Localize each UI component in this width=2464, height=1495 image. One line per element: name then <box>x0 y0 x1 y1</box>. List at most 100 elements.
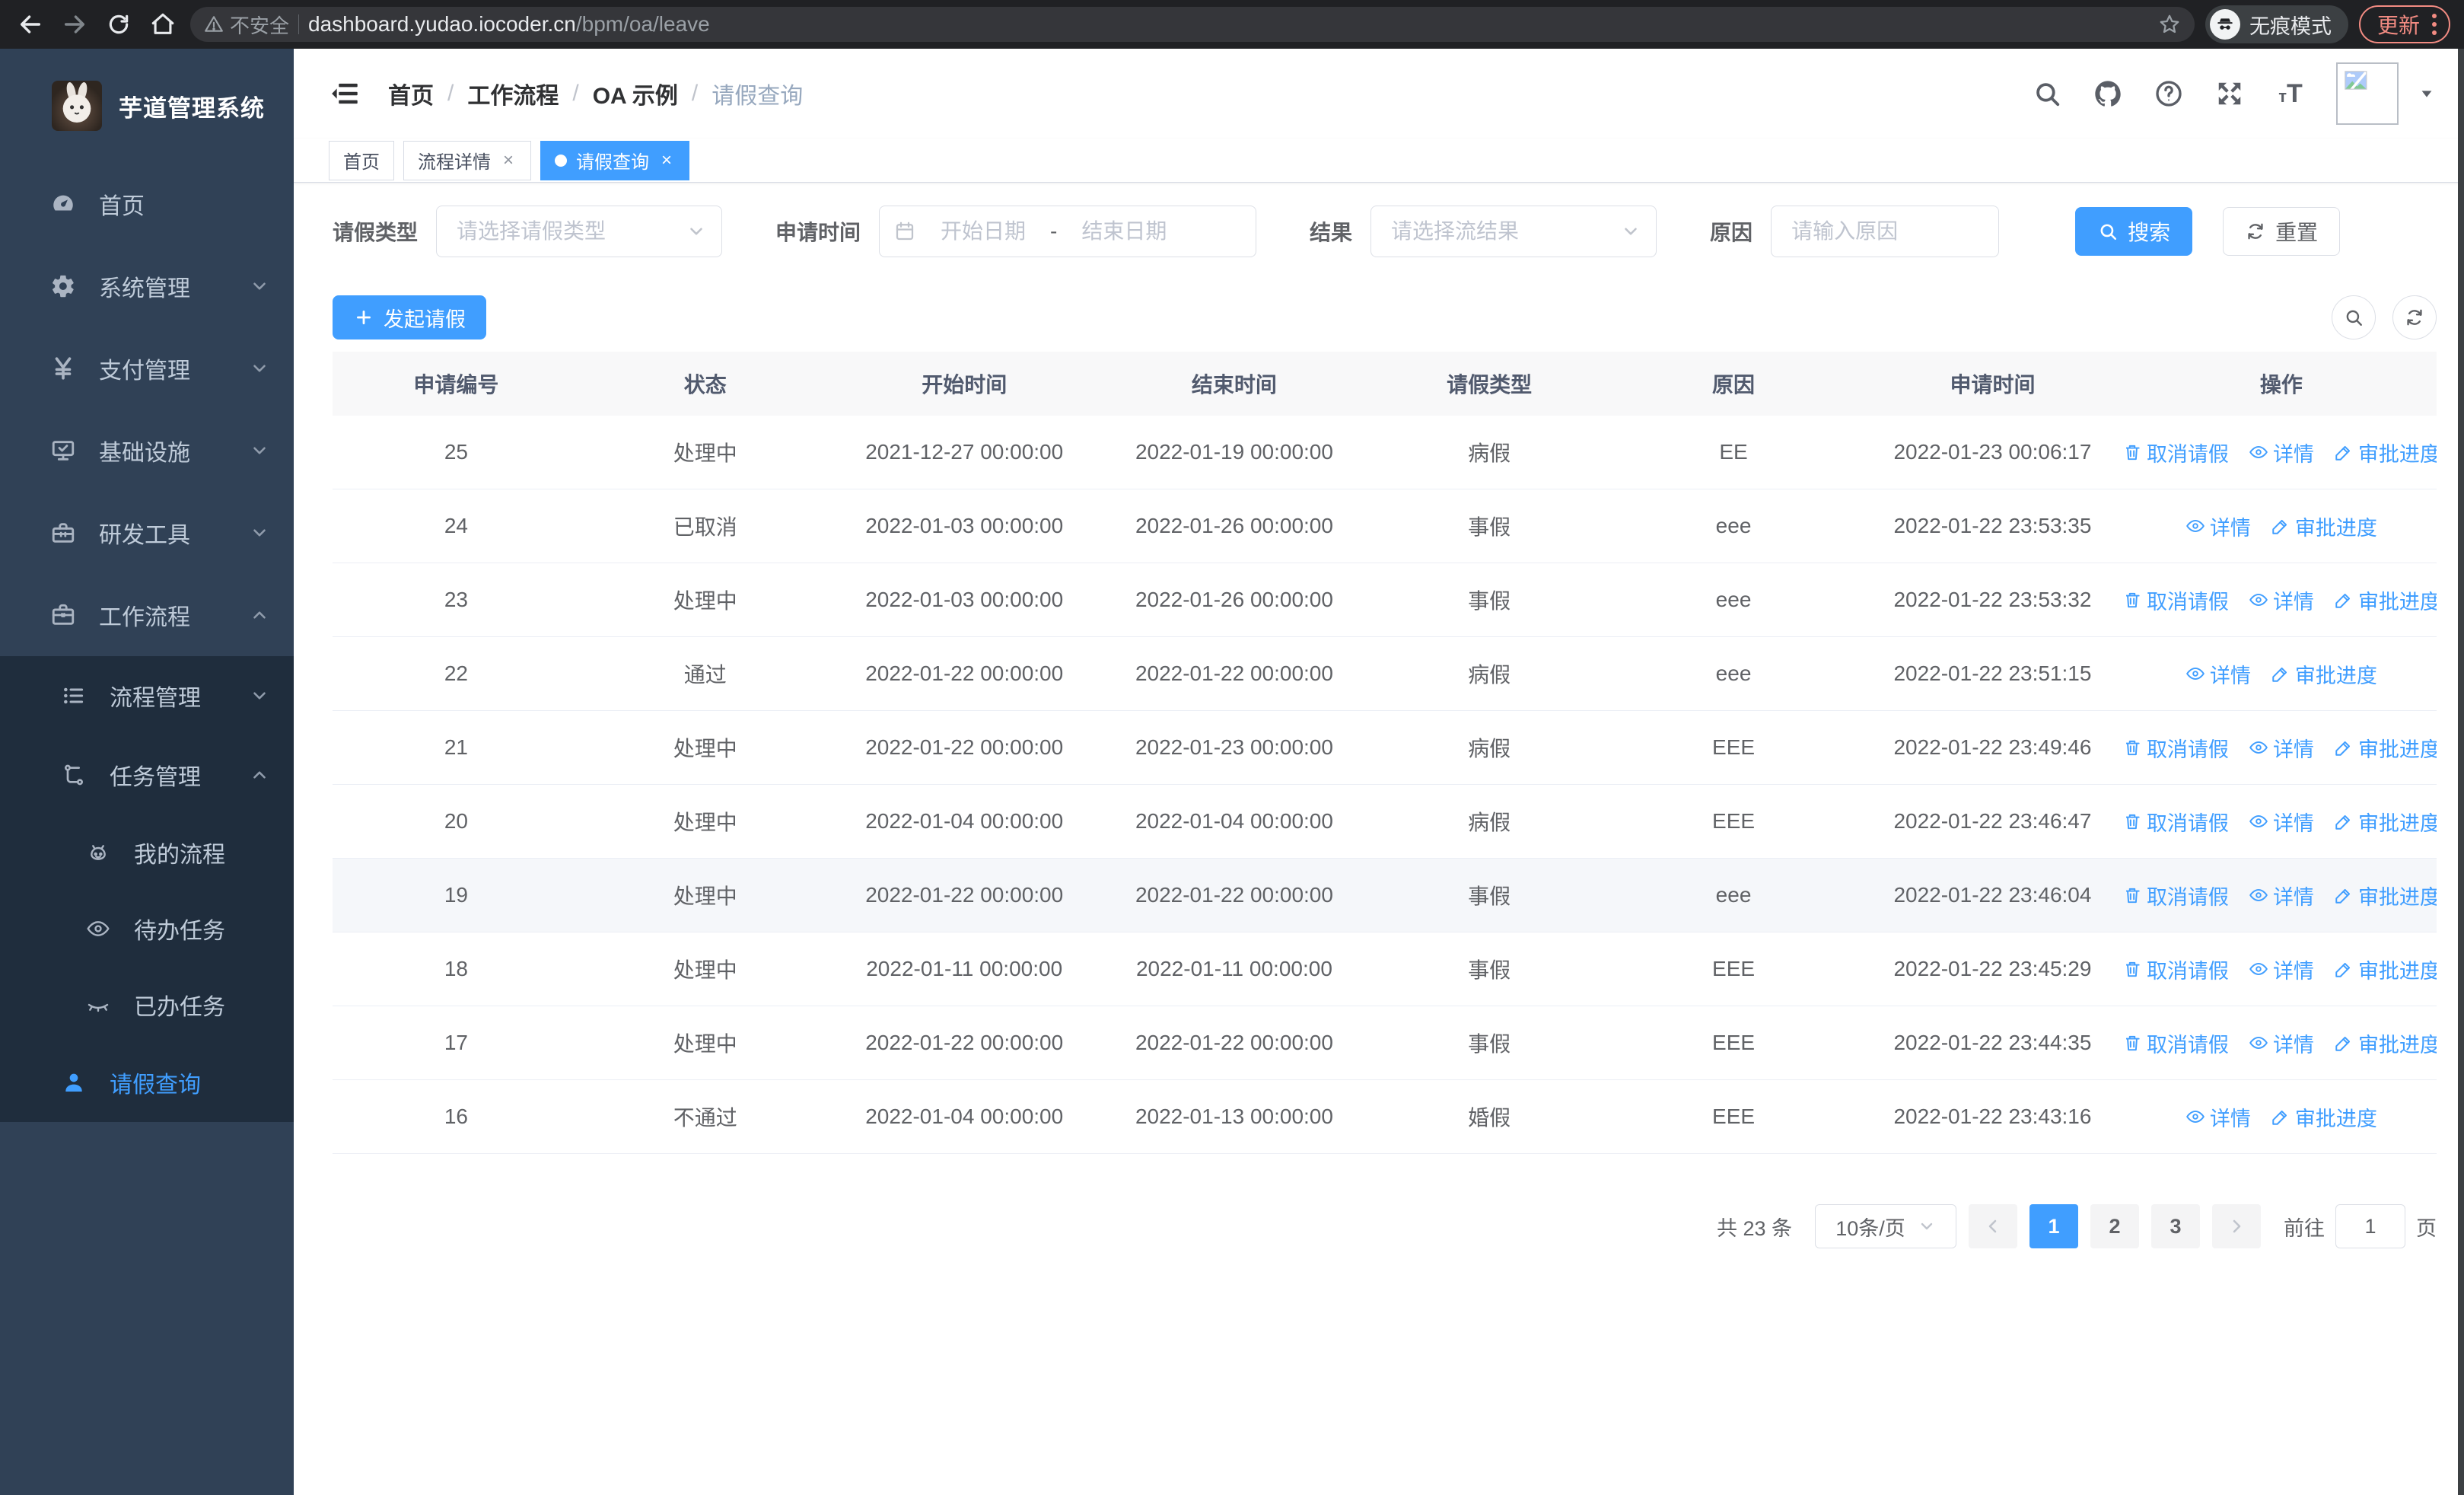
search-icon[interactable] <box>2032 78 2062 109</box>
create-leave-button[interactable]: 发起请假 <box>333 295 486 339</box>
update-label: 更新 <box>2376 14 2420 37</box>
detail-link[interactable]: 详情 <box>2249 955 2314 984</box>
result-select[interactable] <box>1370 206 1657 257</box>
approval-progress-link[interactable]: 审批进度 <box>2334 438 2437 467</box>
detail-link[interactable]: 详情 <box>2249 1028 2314 1058</box>
close-icon[interactable]: × <box>500 150 517 171</box>
back-icon[interactable] <box>14 8 47 41</box>
update-button[interactable]: 更新 <box>2358 5 2450 43</box>
detail-link[interactable]: 详情 <box>2185 659 2251 689</box>
cell-id: 24 <box>444 514 468 537</box>
approval-progress-link[interactable]: 审批进度 <box>2334 955 2437 984</box>
end-date-input[interactable] <box>1063 219 1186 244</box>
approval-progress-link[interactable]: 审批进度 <box>2271 1102 2377 1132</box>
fullscreen-icon[interactable] <box>2214 78 2245 109</box>
hide-search-button[interactable] <box>2332 295 2376 339</box>
sidebar-item-leave-query[interactable]: 请假查询 <box>0 1043 294 1122</box>
detail-link[interactable]: 详情 <box>2249 881 2314 910</box>
main-area: 首页 / 工作流程 / OA 示例 / 请假查询 тT 首页 流程详情 × 请假… <box>294 49 2464 1495</box>
help-icon[interactable] <box>2154 78 2184 109</box>
tab-home[interactable]: 首页 <box>329 140 394 180</box>
goto-page-input[interactable] <box>2335 1204 2405 1248</box>
reason-input[interactable] <box>1772 206 1999 257</box>
cancel-leave-link[interactable]: 取消请假 <box>2125 881 2229 910</box>
reset-button[interactable]: 重置 <box>2223 207 2341 256</box>
next-page-button[interactable] <box>2212 1204 2261 1248</box>
reload-icon[interactable] <box>102 8 135 41</box>
search-button[interactable]: 搜索 <box>2075 207 2193 256</box>
approval-progress-link[interactable]: 审批进度 <box>2334 733 2437 763</box>
cancel-leave-link[interactable]: 取消请假 <box>2125 585 2229 615</box>
forward-icon[interactable] <box>58 8 91 41</box>
page-button-2[interactable]: 2 <box>2090 1204 2139 1248</box>
col-header-reason: 原因 <box>1712 373 1756 397</box>
col-header-type: 请假类型 <box>1447 373 1533 397</box>
apply-time-range-picker[interactable]: - <box>879 206 1257 257</box>
chrome-menu-icon[interactable] <box>2432 14 2437 35</box>
sidebar-item-workflow[interactable]: 工作流程 <box>0 574 294 656</box>
cell-actions: 取消请假 详情 审批进度 <box>2125 1028 2437 1058</box>
prev-page-button[interactable] <box>1969 1204 2017 1248</box>
sidebar-item-process-mgmt[interactable]: 流程管理 <box>0 656 294 735</box>
leave-type-select[interactable] <box>436 206 723 257</box>
sidebar-item-task-mgmt[interactable]: 任务管理 <box>0 735 294 814</box>
start-date-input[interactable] <box>922 219 1045 244</box>
sidebar-item-pay[interactable]: 支付管理 <box>0 327 294 410</box>
page-button-3[interactable]: 3 <box>2151 1204 2200 1248</box>
font-size-icon[interactable]: тT <box>2275 78 2306 109</box>
cancel-leave-link[interactable]: 取消请假 <box>2125 955 2229 984</box>
detail-link[interactable]: 详情 <box>2249 733 2314 763</box>
detail-link[interactable]: 详情 <box>2249 438 2314 467</box>
cancel-leave-link[interactable]: 取消请假 <box>2125 1028 2229 1058</box>
approval-progress-link[interactable]: 审批进度 <box>2334 807 2437 837</box>
header-actions: тT <box>2032 62 2435 125</box>
approval-progress-link[interactable]: 审批进度 <box>2334 585 2437 615</box>
table-body: 25 处理中 2021-12-27 00:00:00 2022-01-19 00… <box>333 416 2437 1154</box>
breadcrumb-oa-example[interactable]: OA 示例 <box>593 77 678 110</box>
cell-reason: eee <box>1715 588 1752 611</box>
not-secure-warning[interactable]: 不安全 <box>204 11 289 39</box>
hamburger-icon[interactable] <box>329 77 362 110</box>
tab-leave-query[interactable]: 请假查询 × <box>540 140 689 180</box>
sidebar-item-done-tasks[interactable]: 已办任务 <box>0 967 294 1043</box>
detail-link[interactable]: 详情 <box>2249 585 2314 615</box>
sidebar-item-home[interactable]: 首页 <box>0 163 294 245</box>
col-header-actions: 操作 <box>2259 373 2303 397</box>
sidebar-item-infra[interactable]: 基础设施 <box>0 410 294 492</box>
approval-progress-link[interactable]: 审批进度 <box>2334 881 2437 910</box>
breadcrumb-home[interactable]: 首页 <box>388 77 434 110</box>
leave-type-select-input[interactable] <box>437 206 722 257</box>
detail-link[interactable]: 详情 <box>2249 807 2314 837</box>
breadcrumb-workflow[interactable]: 工作流程 <box>467 77 559 110</box>
sidebar-item-my-process[interactable]: 我的流程 <box>0 814 294 891</box>
avatar[interactable] <box>2336 62 2399 125</box>
sidebar-item-system[interactable]: 系统管理 <box>0 245 294 327</box>
cancel-leave-link[interactable]: 取消请假 <box>2125 438 2229 467</box>
refresh-icon <box>2245 221 2266 242</box>
page-size-select[interactable]: 10条/页 <box>1815 1204 1956 1248</box>
cancel-leave-link[interactable]: 取消请假 <box>2125 807 2229 837</box>
approval-progress-link[interactable]: 审批进度 <box>2334 1028 2437 1058</box>
app-logo[interactable]: 芋道管理系统 <box>0 49 294 163</box>
chevron-down-icon <box>250 523 269 543</box>
approval-progress-link[interactable]: 审批进度 <box>2271 659 2377 689</box>
table-row: 20 处理中 2022-01-04 00:00:00 2022-01-04 00… <box>333 785 2437 859</box>
detail-link[interactable]: 详情 <box>2185 1102 2251 1132</box>
github-icon[interactable] <box>2093 78 2123 109</box>
col-header-end: 结束时间 <box>1191 373 1277 397</box>
detail-link[interactable]: 详情 <box>2185 512 2251 541</box>
result-select-input[interactable] <box>1371 206 1657 257</box>
refresh-table-button[interactable] <box>2392 295 2437 339</box>
close-icon[interactable]: × <box>658 150 675 171</box>
url-bar[interactable]: 不安全 dashboard.yudao.iocoder.cn/bpm/oa/le… <box>190 7 2195 42</box>
caret-down-icon[interactable] <box>2418 85 2435 102</box>
bookmark-star-icon[interactable] <box>2158 13 2181 36</box>
home-icon[interactable] <box>146 8 180 41</box>
sidebar-item-devtools[interactable]: 研发工具 <box>0 492 294 574</box>
sidebar-item-todo-tasks[interactable]: 待办任务 <box>0 891 294 967</box>
cancel-leave-link[interactable]: 取消请假 <box>2125 733 2229 763</box>
tab-process-detail[interactable]: 流程详情 × <box>403 140 531 180</box>
approval-progress-link[interactable]: 审批进度 <box>2271 512 2377 541</box>
page-button-1[interactable]: 1 <box>2029 1204 2078 1248</box>
chevron-down-icon <box>250 686 269 706</box>
